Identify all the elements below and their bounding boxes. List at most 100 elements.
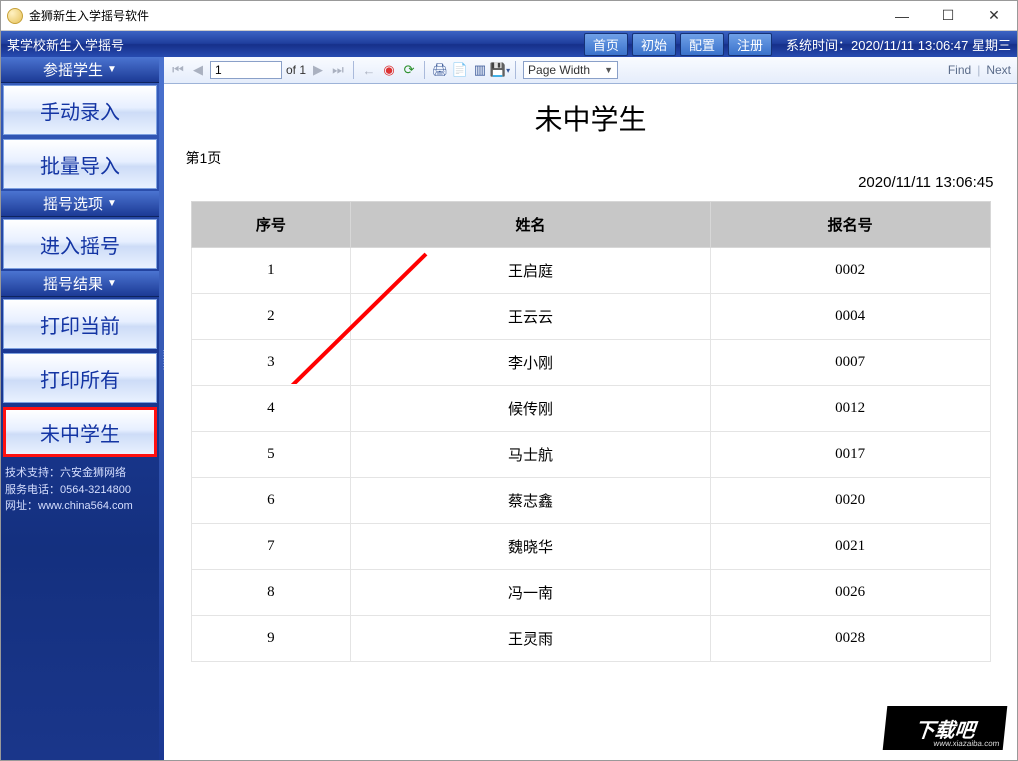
header-tabs: 首页 初始 配置 注册 系统时间：2020/11/11 13:06:47 星期三 [584, 33, 1011, 56]
cell-regid: 0002 [710, 248, 990, 294]
cell-index: 7 [191, 524, 351, 570]
cell-name: 王云云 [351, 294, 711, 340]
print-layout-icon[interactable]: 📄 [452, 62, 468, 78]
table-row: 5马士航0017 [191, 432, 990, 478]
window-title: 金狮新生入学摇号软件 [29, 7, 149, 24]
table-row: 3李小刚0007 [191, 340, 990, 386]
table-header-row: 序号 姓名 报名号 [191, 202, 990, 248]
chevron-down-icon: ▼ [107, 278, 117, 289]
minimize-button[interactable]: — [879, 1, 925, 30]
not-selected-button[interactable]: 未中学生 [3, 407, 157, 457]
print-all-button[interactable]: 打印所有 [3, 353, 157, 403]
prev-page-icon[interactable]: ◀ [190, 62, 206, 78]
watermark: 下载吧 www.xiazaiba.com [883, 706, 1008, 750]
cell-regid: 0017 [710, 432, 990, 478]
support-line3: 网址：www.china564.com [5, 498, 155, 515]
viewer-toolbar: ⏮ ◀ of 1 ▶ ⏭ ← ◉ ⟳ 🖨 📄 ▥ 💾▾ Page Width ▼ [164, 57, 1017, 84]
next-page-icon[interactable]: ▶ [310, 62, 326, 78]
cell-index: 1 [191, 248, 351, 294]
last-page-icon[interactable]: ⏭ [330, 62, 346, 78]
cell-regid: 0020 [710, 478, 990, 524]
cell-regid: 0028 [710, 616, 990, 662]
cell-index: 2 [191, 294, 351, 340]
app-header: 某学校新生入学摇号 首页 初始 配置 注册 系统时间：2020/11/11 13… [1, 31, 1017, 57]
table-row: 2王云云0004 [191, 294, 990, 340]
support-line1: 技术支持：六安金狮网络 [5, 465, 155, 482]
report-area[interactable]: 未中学生 第1页 2020/11/11 13:06:45 序号 姓名 报名号 1… [164, 84, 1017, 760]
manual-entry-button[interactable]: 手动录入 [3, 85, 157, 135]
sidebar-section-results[interactable]: 摇号结果 ▼ [1, 271, 159, 297]
cell-regid: 0004 [710, 294, 990, 340]
cell-index: 9 [191, 616, 351, 662]
refresh-icon[interactable]: ⟳ [401, 62, 417, 78]
table-row: 9王灵雨0028 [191, 616, 990, 662]
sidebar: 参摇学生 ▼ 手动录入 批量导入 摇号选项▼ 进入摇号 摇号结果 ▼ 打印当前 打印… [1, 57, 159, 760]
report-page-label: 第1页 [186, 148, 1006, 168]
zoom-select[interactable]: Page Width ▼ [523, 61, 618, 79]
col-regid: 报名号 [710, 202, 990, 248]
table-row: 1王启庭0002 [191, 248, 990, 294]
cell-name: 蔡志鑫 [351, 478, 711, 524]
cell-name: 冯一南 [351, 570, 711, 616]
tab-register[interactable]: 注册 [728, 33, 772, 56]
report-timestamp: 2020/11/11 13:06:45 [176, 174, 994, 191]
cell-name: 王灵雨 [351, 616, 711, 662]
table-row: 6蔡志鑫0020 [191, 478, 990, 524]
cell-index: 4 [191, 386, 351, 432]
chevron-down-icon: ▼ [604, 65, 613, 75]
report-title: 未中学生 [176, 98, 1006, 138]
page-input[interactable] [210, 61, 282, 79]
system-clock: 系统时间：2020/11/11 13:06:47 星期三 [786, 35, 1011, 54]
print-icon[interactable]: 🖨 [432, 62, 448, 78]
sidebar-section-label: 摇号结果 [43, 273, 103, 294]
sidebar-section-label: 参摇学生 [43, 59, 103, 80]
sidebar-section-participants[interactable]: 参摇学生 ▼ [1, 57, 159, 83]
cell-name: 候传刚 [351, 386, 711, 432]
sidebar-section-options[interactable]: 摇号选项▼ [1, 191, 159, 217]
cell-regid: 0026 [710, 570, 990, 616]
report-viewer: ⏮ ◀ of 1 ▶ ⏭ ← ◉ ⟳ 🖨 📄 ▥ 💾▾ Page Width ▼ [164, 57, 1017, 760]
tab-home[interactable]: 首页 [584, 33, 628, 56]
print-current-button[interactable]: 打印当前 [3, 299, 157, 349]
stop-icon[interactable]: ◉ [381, 62, 397, 78]
app-body: 参摇学生▼ 手动录入 批量导入 摇号选项▼ 进入摇号 摇号结果▼ 打印当前 打印… [1, 57, 1017, 760]
close-button[interactable]: ✕ [971, 1, 1017, 30]
enter-lottery-button[interactable]: 进入摇号 [3, 219, 157, 269]
titlebar: 金狮新生入学摇号软件 — ☐ ✕ [1, 1, 1017, 31]
window-controls: — ☐ ✕ [879, 1, 1017, 30]
sidebar-section-label: 摇号选项 [43, 193, 103, 214]
clock-time: 2020/11/11 13:06:47 [851, 38, 968, 53]
clock-prefix: 系统时间： [786, 38, 851, 53]
find-link[interactable]: Find [948, 63, 971, 77]
app-window: 金狮新生入学摇号软件 — ☐ ✕ 某学校新生入学摇号 首页 初始 配置 注册 系… [0, 0, 1018, 761]
tab-init[interactable]: 初始 [632, 33, 676, 56]
cell-regid: 0021 [710, 524, 990, 570]
cell-name: 王启庭 [351, 248, 711, 294]
clock-weekday: 星期三 [972, 38, 1011, 53]
report-document: 未中学生 第1页 2020/11/11 13:06:45 序号 姓名 报名号 1… [176, 84, 1006, 702]
support-line2: 服务电话：0564-3214800 [5, 482, 155, 499]
chevron-down-icon: ▼ [107, 64, 117, 75]
next-link[interactable]: Next [986, 63, 1011, 77]
header-subtitle: 某学校新生入学摇号 [7, 35, 124, 54]
col-index: 序号 [191, 202, 351, 248]
app-icon [7, 8, 23, 24]
first-page-icon[interactable]: ⏮ [170, 62, 186, 78]
back-icon[interactable]: ← [361, 62, 377, 78]
watermark-url: www.xiazaiba.com [933, 739, 1000, 748]
batch-import-button[interactable]: 批量导入 [3, 139, 157, 189]
cell-index: 6 [191, 478, 351, 524]
cell-index: 8 [191, 570, 351, 616]
cell-regid: 0012 [710, 386, 990, 432]
export-icon[interactable]: 💾▾ [492, 62, 508, 78]
tab-config[interactable]: 配置 [680, 33, 724, 56]
table-row: 7魏晓华0021 [191, 524, 990, 570]
maximize-button[interactable]: ☐ [925, 1, 971, 30]
page-setup-icon[interactable]: ▥ [472, 62, 488, 78]
cell-name: 李小刚 [351, 340, 711, 386]
cell-name: 马士航 [351, 432, 711, 478]
cell-name: 魏晓华 [351, 524, 711, 570]
zoom-label: Page Width [528, 63, 590, 77]
table-row: 4候传刚0012 [191, 386, 990, 432]
col-name: 姓名 [351, 202, 711, 248]
